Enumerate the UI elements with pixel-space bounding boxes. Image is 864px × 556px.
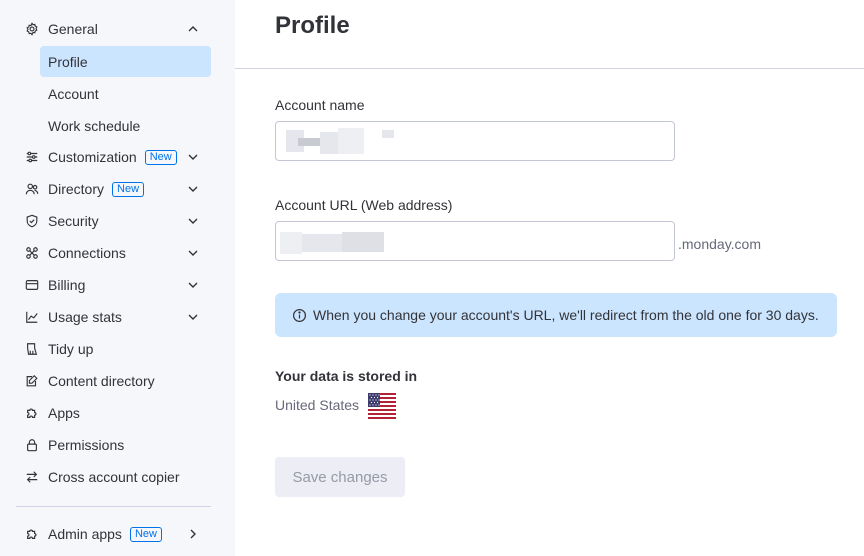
lock-icon [24, 437, 40, 453]
page-title: Profile [275, 12, 350, 39]
redacted-text [342, 232, 384, 252]
document-edit-icon [24, 373, 40, 389]
sidebar-item-account[interactable]: Account [40, 78, 211, 109]
redacted-text [302, 234, 342, 252]
data-storage-title: Your data is stored in [275, 368, 418, 384]
info-text: When you change your account's URL, we'l… [313, 307, 819, 323]
sidebar-item-label: Permissions [48, 437, 125, 453]
puzzle-icon [24, 405, 40, 421]
sidebar-item-general[interactable]: General [16, 14, 211, 44]
account-name-label: Account name [275, 97, 365, 113]
chevron-down-icon[interactable] [185, 309, 201, 325]
main-content: Profile Account name Account URL (Web ad… [235, 0, 864, 556]
sidebar-item-profile[interactable]: Profile [40, 46, 211, 77]
sidebar-item-security[interactable]: Security [16, 206, 211, 236]
shield-icon [24, 213, 40, 229]
chevron-down-icon[interactable] [185, 181, 201, 197]
sidebar-item-usage-stats[interactable]: Usage stats [16, 302, 211, 332]
new-badge: New [144, 149, 177, 165]
new-badge: New [129, 526, 162, 542]
sidebar-item-label: Connections [48, 245, 126, 261]
chart-icon [24, 309, 40, 325]
sidebar-item-label: Tidy up [48, 341, 94, 357]
redacted-text [382, 130, 394, 138]
sidebar-item-tidy-up[interactable]: Tidy up [16, 334, 211, 364]
sidebar-item-content-directory[interactable]: Content directory [16, 366, 211, 396]
sidebar-item-admin-apps[interactable]: Admin apps New [16, 519, 211, 549]
sliders-icon [24, 149, 40, 165]
redacted-text [280, 232, 302, 254]
sidebar-item-permissions[interactable]: Permissions [16, 430, 211, 460]
sidebar-item-directory[interactable]: Directory New [16, 174, 211, 204]
redacted-text [320, 132, 338, 154]
sidebar-item-connections[interactable]: Connections [16, 238, 211, 268]
sidebar-item-label: Usage stats [48, 309, 122, 325]
new-badge: New [112, 181, 145, 197]
url-suffix: .monday.com [678, 236, 761, 252]
sidebar-item-label: Billing [48, 277, 86, 293]
sidebar-item-work-schedule[interactable]: Work schedule [40, 110, 211, 141]
chevron-down-icon[interactable] [185, 149, 201, 165]
sidebar-item-apps[interactable]: Apps [16, 398, 211, 428]
us-flag-icon [368, 393, 396, 419]
sidebar-item-label: Apps [48, 405, 80, 421]
users-icon [24, 181, 40, 197]
sidebar-item-label: Profile [48, 53, 88, 70]
sidebar-item-label: Work schedule [48, 117, 141, 134]
arrows-swap-icon [24, 469, 40, 485]
sidebar-item-label: Account [48, 85, 99, 102]
header-divider [235, 68, 864, 69]
save-changes-button[interactable]: Save changes [275, 457, 405, 497]
sidebar-item-cross-account-copier[interactable]: Cross account copier [16, 462, 211, 492]
chevron-down-icon[interactable] [185, 245, 201, 261]
account-name-field[interactable] [275, 121, 675, 161]
connections-icon [24, 245, 40, 261]
sidebar-item-label: Security [48, 213, 99, 229]
sidebar-item-label: Directory [48, 181, 105, 197]
chevron-right-icon[interactable] [185, 526, 201, 542]
credit-card-icon [24, 277, 40, 293]
redacted-text [338, 128, 364, 154]
redacted-text [298, 138, 320, 146]
sidebar-item-billing[interactable]: Billing [16, 270, 211, 300]
data-storage-country: United States [275, 397, 360, 413]
chevron-up-icon[interactable] [185, 21, 201, 37]
sidebar: General Profile Account Work schedule Cu… [0, 0, 235, 556]
sidebar-item-customization[interactable]: Customization New [16, 142, 211, 172]
sidebar-item-label: Cross account copier [48, 469, 180, 485]
sidebar-divider [16, 506, 211, 507]
sidebar-item-label: Customization [48, 149, 137, 165]
info-icon [291, 307, 307, 323]
chevron-down-icon[interactable] [185, 213, 201, 229]
sidebar-item-label: Admin apps [48, 526, 122, 542]
account-url-label: Account URL (Web address) [275, 197, 453, 213]
sidebar-item-label: Content directory [48, 373, 155, 389]
gear-icon [24, 21, 40, 37]
puzzle-icon [24, 526, 40, 542]
broom-icon [24, 341, 40, 357]
account-url-field[interactable] [275, 221, 675, 261]
sidebar-item-label: General [48, 21, 98, 37]
chevron-down-icon[interactable] [185, 277, 201, 293]
info-banner: When you change your account's URL, we'l… [275, 293, 837, 337]
